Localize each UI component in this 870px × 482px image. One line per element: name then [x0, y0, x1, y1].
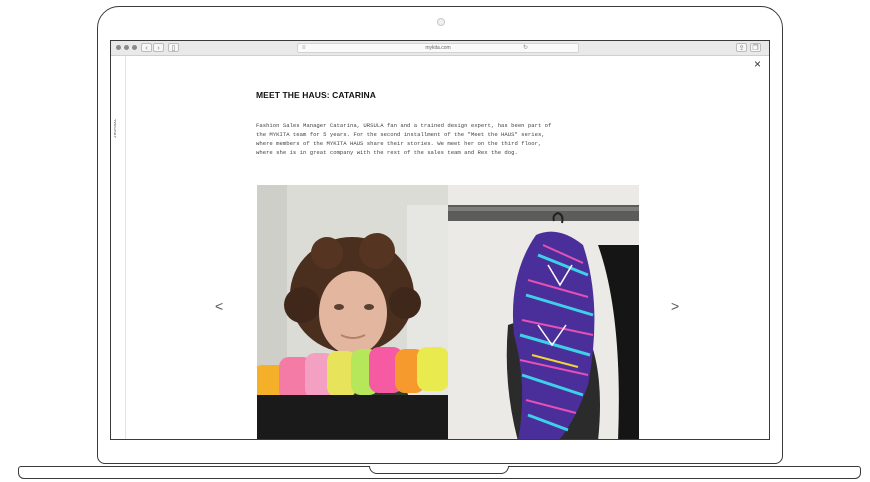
- share-icon[interactable]: ⇪: [736, 43, 747, 52]
- close-window-dot[interactable]: [116, 45, 121, 50]
- reload-icon[interactable]: ↻: [523, 44, 528, 52]
- article-line: where members of the MYKITA HAUS share t…: [256, 140, 542, 147]
- forward-icon[interactable]: ›: [153, 43, 164, 52]
- side-rail: JOURNAL: [111, 56, 126, 439]
- article-intro: Fashion Sales Manager Catarina, URSULA f…: [256, 121, 656, 157]
- article-line: the MYKITA team for 5 years. For the sec…: [256, 131, 545, 138]
- article-line: Fashion Sales Manager Catarina, URSULA f…: [256, 122, 552, 129]
- camera: [437, 18, 445, 26]
- browser-toolbar: ‹ › ▯ ≡ mykita.com ↻ ⇪ ❐: [111, 41, 769, 56]
- chevron-left-icon[interactable]: <: [215, 299, 223, 313]
- window-controls-icon[interactable]: [116, 45, 137, 50]
- tabs-icon[interactable]: ❐: [750, 43, 761, 52]
- laptop-notch: [369, 466, 509, 474]
- photo-catarina: [257, 185, 448, 439]
- page-content: JOURNAL × MEET THE HAUS: CATARINA Fashio…: [111, 56, 769, 439]
- article-line: where she is in great company with the r…: [256, 149, 518, 156]
- photo-scarf: [448, 185, 639, 439]
- url-text: mykita.com: [425, 45, 451, 51]
- reader-icon[interactable]: ≡: [302, 44, 306, 52]
- zoom-window-dot[interactable]: [132, 45, 137, 50]
- sidebar-icon[interactable]: ▯: [168, 43, 179, 52]
- photo-scarf-illustration: [448, 185, 639, 439]
- laptop-lid: ‹ › ▯ ≡ mykita.com ↻ ⇪ ❐ JOURNAL × MEET …: [97, 6, 783, 464]
- chevron-right-icon[interactable]: >: [671, 299, 679, 313]
- address-bar[interactable]: ≡ mykita.com ↻: [297, 43, 579, 53]
- back-icon[interactable]: ‹: [141, 43, 152, 52]
- side-label-journal[interactable]: JOURNAL: [114, 118, 118, 138]
- laptop-base: [18, 466, 861, 479]
- laptop-screen: ‹ › ▯ ≡ mykita.com ↻ ⇪ ❐ JOURNAL × MEET …: [110, 40, 770, 440]
- minimize-window-dot[interactable]: [124, 45, 129, 50]
- close-icon[interactable]: ×: [754, 58, 761, 70]
- photo-catarina-illustration: [257, 185, 448, 439]
- page-title: MEET THE HAUS: CATARINA: [256, 90, 377, 100]
